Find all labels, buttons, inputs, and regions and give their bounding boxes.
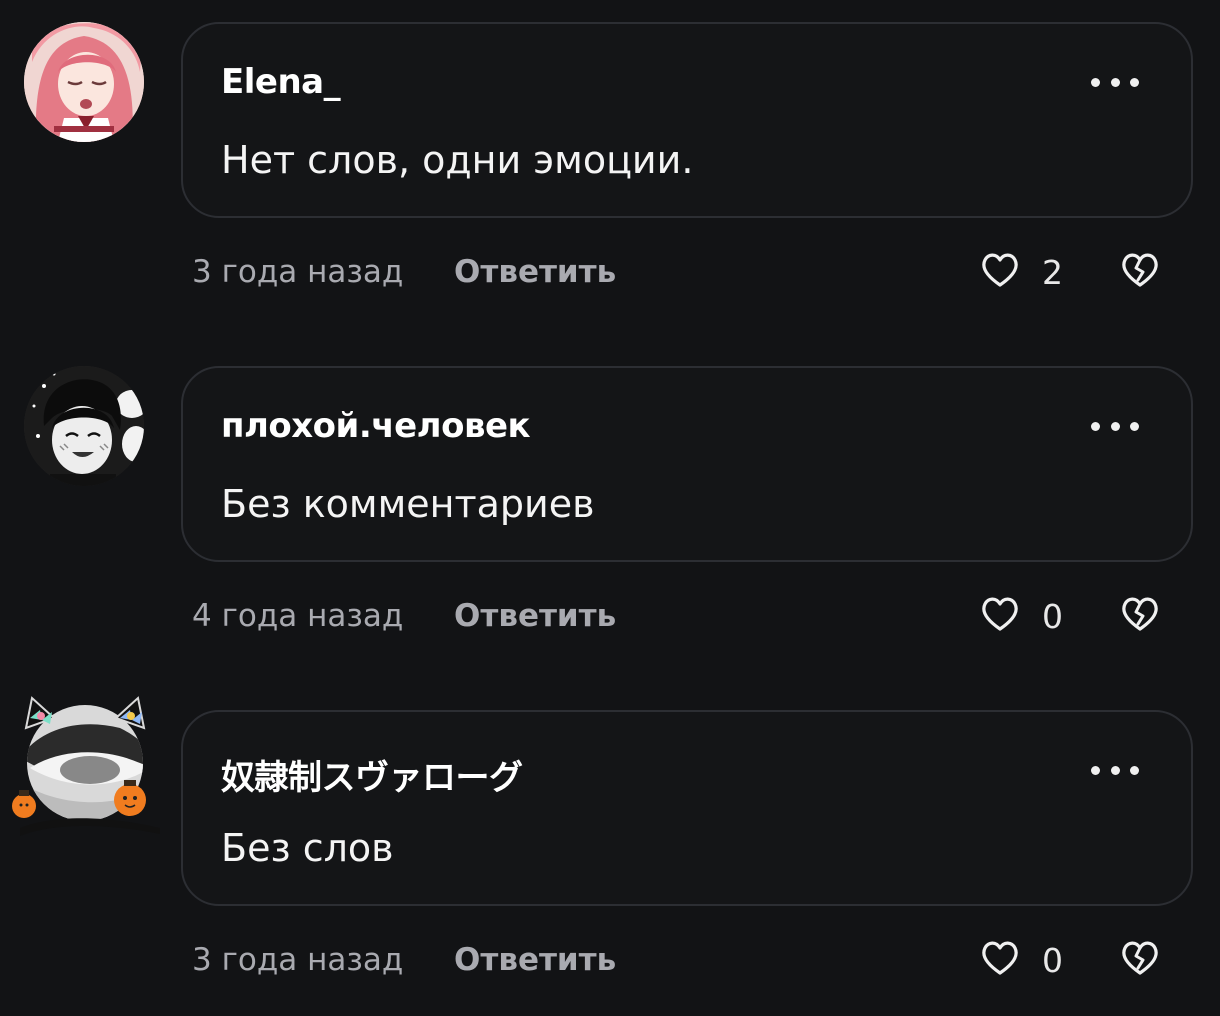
dot <box>1110 421 1120 431</box>
comment-author[interactable]: плохой.человек <box>221 406 531 446</box>
dot <box>1130 421 1139 431</box>
reply-button[interactable]: Ответить <box>454 942 616 978</box>
comment-text: Нет слов, одни эмоции. <box>221 138 694 182</box>
comment-bubble: 奴隷制スヴァローグ Без слов <box>181 710 1193 906</box>
broken-heart-icon[interactable] <box>1118 248 1162 292</box>
dot <box>1130 765 1139 775</box>
heart-icon[interactable] <box>978 592 1022 636</box>
reply-button[interactable]: Ответить <box>454 598 616 634</box>
heart-icon[interactable] <box>978 936 1022 980</box>
like-count: 2 <box>1042 253 1063 292</box>
more-dots-icon[interactable] <box>1091 752 1139 788</box>
heart-icon[interactable] <box>978 248 1022 292</box>
dot <box>1091 765 1100 775</box>
broken-heart-icon[interactable] <box>1118 592 1162 636</box>
dot <box>1091 421 1100 431</box>
comment-item: плохой.человек Без комментариев 4 года н… <box>0 344 1220 644</box>
avatar[interactable] <box>24 22 144 142</box>
avatar-image <box>24 366 144 486</box>
more-dots-icon[interactable] <box>1091 408 1139 444</box>
comment-author[interactable]: 奴隷制スヴァローグ <box>221 750 523 799</box>
dot <box>1110 765 1120 775</box>
comment-text: Без комментариев <box>221 482 595 526</box>
like-count: 0 <box>1042 597 1063 636</box>
comment-meta: 3 года назад Ответить 0 <box>192 914 1192 1004</box>
comment-meta: 3 года назад Ответить 2 <box>192 226 1192 316</box>
like-count: 0 <box>1042 941 1063 980</box>
broken-heart-icon[interactable] <box>1118 936 1162 980</box>
comment-timestamp: 3 года назад <box>192 942 404 978</box>
comment-timestamp: 3 года назад <box>192 254 404 290</box>
comment-text: Без слов <box>221 826 394 870</box>
reply-button[interactable]: Ответить <box>454 254 616 290</box>
avatar-image <box>12 696 160 836</box>
comment-author[interactable]: Elena_ <box>221 62 341 102</box>
comment-timestamp: 4 года назад <box>192 598 404 634</box>
comment-item: 奴隷制スヴァローグ Без слов 3 года назад Ответить… <box>0 688 1220 988</box>
avatar[interactable] <box>24 366 144 486</box>
avatar[interactable] <box>10 688 160 838</box>
comment-meta: 4 года назад Ответить 0 <box>192 570 1192 660</box>
comment-bubble: Elena_ Нет слов, одни эмоции. <box>181 22 1193 218</box>
dot <box>1091 77 1100 87</box>
dot <box>1110 77 1120 87</box>
comment-bubble: плохой.человек Без комментариев <box>181 366 1193 562</box>
avatar-image <box>24 22 144 142</box>
dot <box>1130 77 1139 87</box>
more-dots-icon[interactable] <box>1091 64 1139 100</box>
comment-item: Elena_ Нет слов, одни эмоции. 3 года наз… <box>0 0 1220 300</box>
